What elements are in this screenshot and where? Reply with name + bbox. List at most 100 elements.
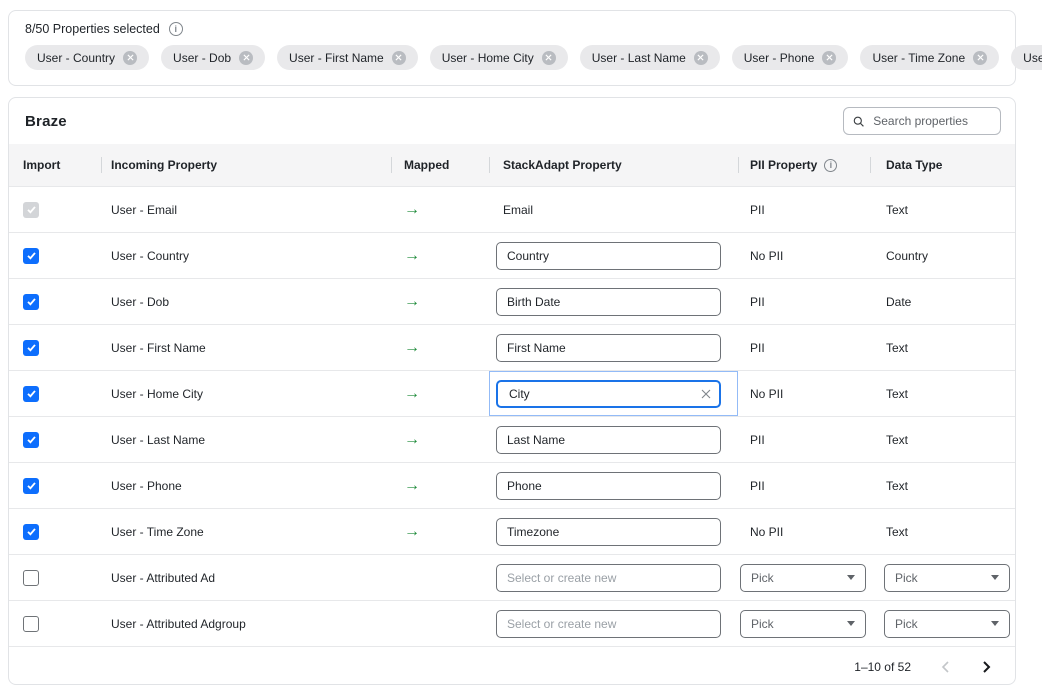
import-checkbox[interactable] xyxy=(23,570,39,586)
mapped-arrow-icon: → xyxy=(404,294,420,310)
chip-remove-icon[interactable] xyxy=(123,51,137,65)
data-type-value: Date xyxy=(886,295,911,309)
chip-user-phone: User - Phone xyxy=(732,45,849,70)
chip-user-email: User - Email xyxy=(1011,45,1042,70)
chip-label: User - Last Name xyxy=(592,51,686,65)
chip-remove-icon[interactable] xyxy=(973,51,987,65)
stackadapt-property-input[interactable] xyxy=(496,334,721,362)
pii-info-icon[interactable]: i xyxy=(824,159,837,172)
pii-value: No PII xyxy=(750,525,783,539)
chip-remove-icon[interactable] xyxy=(822,51,836,65)
incoming-property-label: User - Attributed Ad xyxy=(111,571,215,585)
import-checkbox[interactable] xyxy=(23,248,39,264)
table-row: User - First Name → PII Text xyxy=(9,324,1015,370)
data-type-value: Text xyxy=(886,479,908,493)
column-header-pii: PII Property i xyxy=(738,144,870,186)
table-header: Import Incoming Property Mapped StackAda… xyxy=(9,144,1015,186)
pagination-prev-button[interactable] xyxy=(937,659,953,675)
data-type-value: Country xyxy=(886,249,928,263)
chip-label: User - First Name xyxy=(289,51,384,65)
stackadapt-property-input[interactable] xyxy=(496,288,721,316)
mapped-arrow-icon: → xyxy=(404,432,420,448)
import-checkbox[interactable] xyxy=(23,432,39,448)
import-checkbox[interactable] xyxy=(23,524,39,540)
clear-input-icon[interactable] xyxy=(701,389,711,399)
data-type-value: Text xyxy=(886,203,908,217)
stackadapt-property-input[interactable] xyxy=(496,518,721,546)
selection-info-icon[interactable]: i xyxy=(169,22,183,36)
import-checkbox[interactable] xyxy=(23,386,39,402)
chip-user-time-zone: User - Time Zone xyxy=(860,45,999,70)
chip-label: User - Phone xyxy=(744,51,815,65)
chevron-down-icon xyxy=(847,621,855,626)
mapping-panel: Braze Import Incoming Property Mapped St… xyxy=(8,97,1016,685)
pagination-range-label: 1–10 of 52 xyxy=(854,660,911,674)
table-row: User - Country → No PII Country xyxy=(9,232,1015,278)
selected-chips-row: User - Country User - Dob User - First N… xyxy=(25,45,999,70)
stackadapt-property-label: Email xyxy=(503,203,533,217)
chip-remove-icon[interactable] xyxy=(542,51,556,65)
data-type-value: Text xyxy=(886,341,908,355)
panel-header: Braze xyxy=(9,98,1015,144)
chip-label: User - Country xyxy=(37,51,115,65)
chevron-left-icon xyxy=(941,661,949,673)
data-type-select[interactable]: Pick xyxy=(884,610,1010,638)
column-header-mapped: Mapped xyxy=(391,144,489,186)
import-checkbox[interactable] xyxy=(23,340,39,356)
pii-value: No PII xyxy=(750,387,783,401)
chip-label: User - Home City xyxy=(442,51,534,65)
chip-remove-icon[interactable] xyxy=(694,51,708,65)
table-footer: 1–10 of 52 xyxy=(9,646,1015,685)
stackadapt-property-input[interactable] xyxy=(496,564,721,592)
incoming-property-label: User - Attributed Adgroup xyxy=(111,617,246,631)
pii-value: PII xyxy=(750,479,765,493)
incoming-property-label: User - Last Name xyxy=(111,433,205,447)
chip-remove-icon[interactable] xyxy=(392,51,406,65)
mapped-arrow-icon: → xyxy=(404,478,420,494)
chip-user-country: User - Country xyxy=(25,45,149,70)
pii-value: PII xyxy=(750,295,765,309)
pagination-next-button[interactable] xyxy=(979,659,995,675)
chip-label: User - Email xyxy=(1023,51,1042,65)
import-checkbox[interactable] xyxy=(23,202,39,218)
chip-label: User - Time Zone xyxy=(872,51,965,65)
stackadapt-property-input[interactable] xyxy=(507,386,695,402)
selection-count-label: 8/50 Properties selected xyxy=(25,22,160,36)
stackadapt-property-input-focused[interactable] xyxy=(496,380,721,408)
pii-select[interactable]: Pick xyxy=(740,610,866,638)
table-row: User - Home City → No PII Text xyxy=(9,370,1015,416)
import-checkbox[interactable] xyxy=(23,294,39,310)
chevron-down-icon xyxy=(991,621,999,626)
incoming-property-label: User - Dob xyxy=(111,295,169,309)
incoming-property-label: User - Time Zone xyxy=(111,525,204,539)
data-type-value: Text xyxy=(886,433,908,447)
stackadapt-property-input[interactable] xyxy=(496,426,721,454)
search-box[interactable] xyxy=(843,107,1001,135)
selection-summary-panel: 8/50 Properties selected i User - Countr… xyxy=(8,10,1016,86)
source-title: Braze xyxy=(25,113,67,130)
chip-remove-icon[interactable] xyxy=(239,51,253,65)
pii-select[interactable]: Pick xyxy=(740,564,866,592)
pii-value: No PII xyxy=(750,249,783,263)
mapped-arrow-icon: → xyxy=(404,386,420,402)
table-row: User - Phone → PII Text xyxy=(9,462,1015,508)
data-type-select[interactable]: Pick xyxy=(884,564,1010,592)
table-row: User - Email → Email PII Text xyxy=(9,186,1015,232)
search-input[interactable] xyxy=(871,113,991,129)
stackadapt-property-input[interactable] xyxy=(496,242,721,270)
mapped-arrow-icon: → xyxy=(404,248,420,264)
incoming-property-label: User - Email xyxy=(111,203,177,217)
column-header-stackadapt: StackAdapt Property xyxy=(489,144,738,186)
chip-user-first-name: User - First Name xyxy=(277,45,418,70)
import-checkbox[interactable] xyxy=(23,616,39,632)
stackadapt-property-input[interactable] xyxy=(496,472,721,500)
stackadapt-property-input[interactable] xyxy=(496,610,721,638)
incoming-property-label: User - Country xyxy=(111,249,189,263)
import-checkbox[interactable] xyxy=(23,478,39,494)
table-row: User - Last Name → PII Text xyxy=(9,416,1015,462)
column-header-data-type: Data Type xyxy=(870,144,1015,186)
incoming-property-label: User - Home City xyxy=(111,387,203,401)
pii-value: PII xyxy=(750,433,765,447)
mapped-arrow-icon: → xyxy=(404,340,420,356)
table-row: User - Attributed Ad Pick Pick xyxy=(9,554,1015,600)
